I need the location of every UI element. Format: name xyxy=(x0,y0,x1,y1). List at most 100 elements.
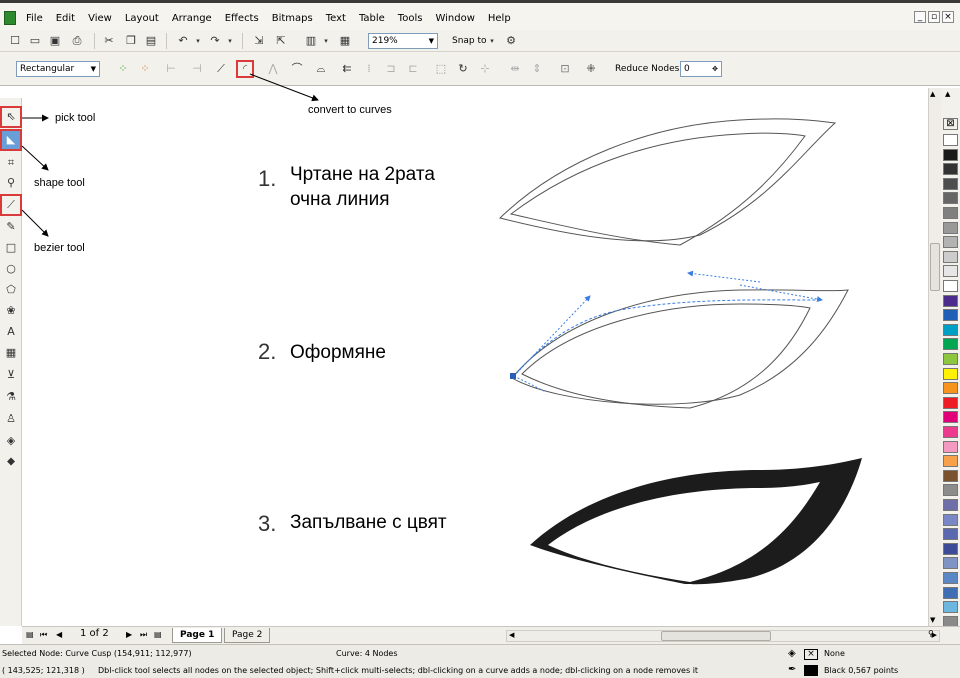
zoom-levels-combo[interactable]: 219% ▼ xyxy=(368,33,438,49)
rectangle-tool-icon[interactable]: □ xyxy=(2,239,20,257)
palette-color-swatch[interactable] xyxy=(943,250,958,263)
palette-color-swatch[interactable] xyxy=(943,192,958,205)
undo-dropdown-icon[interactable]: ▾ xyxy=(194,34,202,48)
palette-color-swatch[interactable] xyxy=(943,455,958,468)
menu-effects[interactable]: Effects xyxy=(225,13,259,24)
menu-text[interactable]: Text xyxy=(326,13,346,24)
palette-color-swatch[interactable] xyxy=(943,528,958,541)
open-icon[interactable]: ▭ xyxy=(28,34,42,48)
application-launcher-icon[interactable]: ▥ xyxy=(304,34,318,48)
table-tool-icon[interactable]: ▦ xyxy=(2,344,20,362)
palette-color-swatch[interactable] xyxy=(943,601,958,614)
cut-icon[interactable]: ✂ xyxy=(102,34,116,48)
tab-page-1[interactable]: Page 1 xyxy=(172,628,223,643)
palette-color-swatch[interactable] xyxy=(943,440,958,453)
make-node-smooth-icon[interactable]: ⌒ xyxy=(290,62,304,76)
spinner-icon[interactable]: ✥ xyxy=(712,62,718,76)
palette-color-swatch[interactable] xyxy=(943,177,958,190)
vertical-scrollbar[interactable]: ▲ ▼ xyxy=(928,88,941,626)
elastic-mode-icon[interactable]: ⊡ xyxy=(558,62,572,76)
redo-dropdown-icon[interactable]: ▾ xyxy=(226,34,234,48)
menu-edit[interactable]: Edit xyxy=(56,13,75,24)
mirror-vertical-icon[interactable]: ⇕ xyxy=(530,62,544,76)
minimize-icon[interactable]: _ xyxy=(914,11,926,23)
palette-scroll-up-icon[interactable]: ▲ xyxy=(945,90,950,98)
align-nodes-icon[interactable]: ⊹ xyxy=(478,62,492,76)
stretch-nodes-icon[interactable]: ⊏ xyxy=(406,62,420,76)
no-color-swatch-icon[interactable]: ⊠ xyxy=(943,118,958,130)
palette-color-swatch[interactable] xyxy=(943,469,958,482)
last-page-icon[interactable]: ⏭ xyxy=(140,630,147,640)
make-node-cusp-icon[interactable]: ⋀ xyxy=(266,62,280,76)
text-tool-icon[interactable]: A xyxy=(2,323,20,341)
tab-page-2[interactable]: Page 2 xyxy=(224,628,271,643)
polygon-tool-icon[interactable]: ⬠ xyxy=(2,281,20,299)
menu-file[interactable]: File xyxy=(26,13,43,24)
selection-mode-combo[interactable]: Rectangular ▼ xyxy=(16,61,100,77)
palette-color-swatch[interactable] xyxy=(943,426,958,438)
menu-bitmaps[interactable]: Bitmaps xyxy=(272,13,313,24)
welcome-screen-icon[interactable]: ▦ xyxy=(338,34,352,48)
palette-color-swatch[interactable] xyxy=(943,382,958,395)
make-node-symmetrical-icon[interactable]: ⌓ xyxy=(314,62,328,76)
palette-color-swatch[interactable] xyxy=(943,411,958,424)
menu-arrange[interactable]: Arrange xyxy=(172,13,212,24)
scroll-up-icon[interactable]: ▲ xyxy=(930,90,935,98)
first-page-icon[interactable]: ⏮ xyxy=(40,630,47,640)
next-page-icon[interactable]: ▶ xyxy=(126,630,132,639)
dimension-tool-icon[interactable]: ⊻ xyxy=(2,366,20,384)
break-curve-icon[interactable]: ⊣ xyxy=(190,62,204,76)
paste-icon[interactable]: ▤ xyxy=(144,34,158,48)
palette-color-swatch[interactable] xyxy=(943,236,958,249)
snap-dropdown-icon[interactable]: ▾ xyxy=(488,34,496,48)
palette-color-swatch[interactable] xyxy=(943,557,958,570)
launcher-dropdown-icon[interactable]: ▾ xyxy=(322,34,330,48)
palette-color-swatch[interactable] xyxy=(943,353,958,365)
drawing-canvas[interactable] xyxy=(23,88,930,626)
extract-subpath-icon[interactable]: ⊐ xyxy=(384,62,398,76)
eyedropper-tool-icon[interactable]: ⚗ xyxy=(2,388,20,406)
extend-curve-icon[interactable]: ⁞ xyxy=(362,62,376,76)
horizontal-scroll-thumb[interactable] xyxy=(661,631,771,641)
palette-color-swatch[interactable] xyxy=(943,338,958,351)
menu-tools[interactable]: Tools xyxy=(398,13,423,24)
no-fill-swatch-icon[interactable]: × xyxy=(804,649,818,660)
convert-to-curves-icon[interactable]: ◜ xyxy=(236,60,254,78)
menu-view[interactable]: View xyxy=(88,13,112,24)
shape-tool-icon[interactable]: ◣ xyxy=(0,129,22,151)
scale-nodes-icon[interactable]: ⬚ xyxy=(434,62,448,76)
palette-color-swatch[interactable] xyxy=(943,572,958,584)
fill-tool-icon[interactable]: ◈ xyxy=(2,432,20,450)
palette-color-swatch[interactable] xyxy=(943,513,958,526)
previous-page-icon[interactable]: ◀ xyxy=(56,630,62,639)
menu-layout[interactable]: Layout xyxy=(125,13,159,24)
copy-icon[interactable]: ❐ xyxy=(124,34,138,48)
add-node-icon[interactable]: ⁘ xyxy=(116,62,130,76)
outline-color-swatch[interactable] xyxy=(804,665,818,676)
menu-table[interactable]: Table xyxy=(359,13,385,24)
document-info-icon[interactable]: ▤ xyxy=(26,630,34,639)
rotate-nodes-icon[interactable]: ↻ xyxy=(456,62,470,76)
join-nodes-icon[interactable]: ⊢ xyxy=(164,62,178,76)
crop-tool-icon[interactable]: ⌗ xyxy=(2,154,20,172)
palette-color-swatch[interactable] xyxy=(943,148,958,161)
export-icon[interactable]: ⇱ xyxy=(274,34,288,48)
redo-icon[interactable]: ↷ xyxy=(208,34,222,48)
import-icon[interactable]: ⇲ xyxy=(252,34,266,48)
print-icon[interactable]: ⎙ xyxy=(70,34,84,48)
ellipse-tool-icon[interactable]: ○ xyxy=(2,260,20,278)
restore-icon[interactable]: ▫ xyxy=(928,11,940,23)
outline-tool-icon[interactable]: ♙ xyxy=(2,410,20,428)
save-icon[interactable]: ▣ xyxy=(48,34,62,48)
reduce-nodes-input[interactable]: 0 ✥ xyxy=(680,61,722,77)
reverse-direction-icon[interactable]: ⇇ xyxy=(340,62,354,76)
close-icon[interactable]: × xyxy=(942,11,954,23)
palette-color-swatch[interactable] xyxy=(943,163,958,176)
palette-color-swatch[interactable] xyxy=(943,586,958,599)
pick-tool-icon[interactable]: ⇖ xyxy=(0,106,22,128)
menu-window[interactable]: Window xyxy=(435,13,474,24)
scroll-down-icon[interactable]: ▼ xyxy=(930,616,935,624)
mirror-horizontal-icon[interactable]: ⇹ xyxy=(508,62,522,76)
palette-color-swatch[interactable] xyxy=(943,484,958,497)
palette-color-swatch[interactable] xyxy=(943,396,958,409)
